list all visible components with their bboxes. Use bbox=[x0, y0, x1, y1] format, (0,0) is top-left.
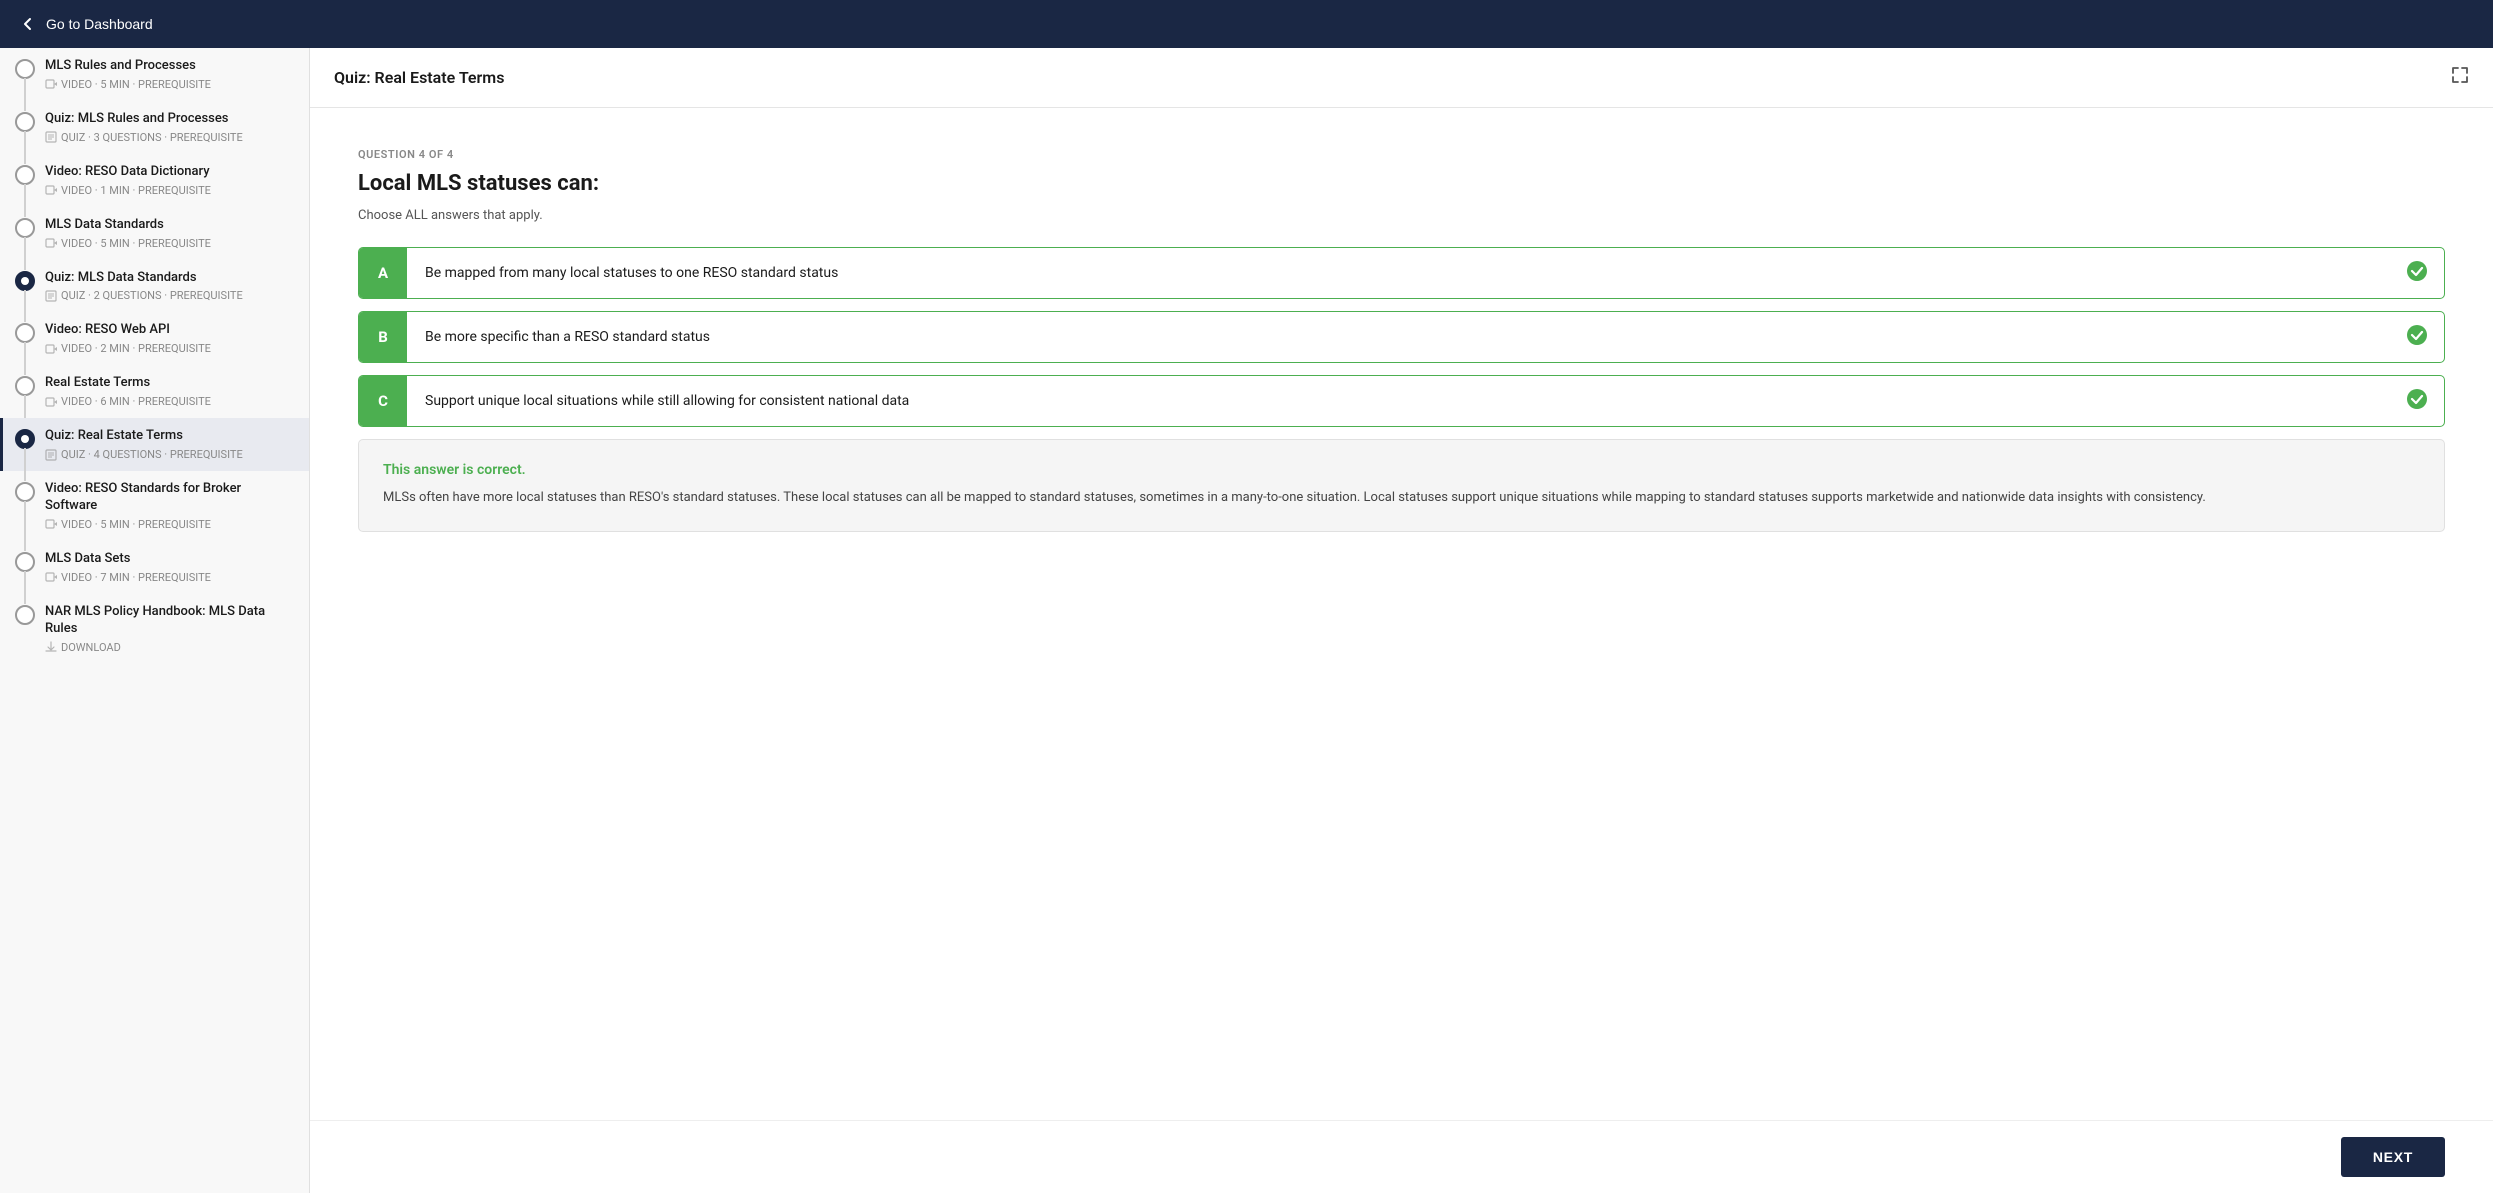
content-footer: NEXT bbox=[310, 1120, 2493, 1193]
answer-text: Support unique local situations while st… bbox=[407, 377, 2390, 425]
sidebar-item-content: Video: RESO Data Dictionary VIDEO · 1 MIN… bbox=[45, 164, 293, 197]
answers-container: A Be mapped from many local statuses to … bbox=[358, 247, 2445, 427]
feedback-title: This answer is correct. bbox=[383, 462, 2420, 478]
video-icon bbox=[45, 237, 57, 249]
sidebar-item-circle bbox=[15, 482, 35, 502]
instruction-text: Choose ALL answers that apply. bbox=[358, 208, 2445, 223]
sidebar-item-meta: QUIZ · 3 QUESTIONS · PREREQUISITE bbox=[45, 131, 293, 144]
video-icon bbox=[45, 343, 57, 355]
expand-button[interactable] bbox=[2451, 66, 2469, 89]
sidebar-item-circle bbox=[15, 552, 35, 572]
sidebar-item-circle bbox=[15, 376, 35, 396]
sidebar-item-meta: QUIZ · 2 QUESTIONS · PREREQUISITE bbox=[45, 289, 293, 302]
sidebar-item-circle bbox=[15, 218, 35, 238]
video-icon bbox=[45, 78, 57, 90]
feedback-box: This answer is correct. MLSs often have … bbox=[358, 439, 2445, 532]
sidebar-item-title: Quiz: Real Estate Terms bbox=[45, 428, 293, 445]
answer-letter: B bbox=[359, 312, 407, 362]
content-body: QUESTION 4 OF 4 Local MLS statuses can: … bbox=[310, 108, 2493, 1120]
sidebar-item[interactable]: Quiz: MLS Data Standards QUIZ · 2 QUESTIO… bbox=[0, 260, 309, 313]
question-label: QUESTION 4 OF 4 bbox=[358, 148, 2445, 161]
sidebar-item-content: Quiz: MLS Data Standards QUIZ · 2 QUESTIO… bbox=[45, 270, 293, 303]
sidebar-item[interactable]: MLS Data Standards VIDEO · 5 MIN · PREREQ… bbox=[0, 207, 309, 260]
content-area: Quiz: Real Estate Terms QUESTION 4 OF 4 … bbox=[310, 48, 2493, 1193]
question-text: Local MLS statuses can: bbox=[358, 171, 2445, 196]
video-icon bbox=[45, 518, 57, 530]
quiz-title: Quiz: Real Estate Terms bbox=[334, 68, 504, 87]
sidebar-item-circle bbox=[15, 112, 35, 132]
back-to-dashboard-button[interactable]: Go to Dashboard bbox=[18, 8, 153, 40]
sidebar-item[interactable]: Video: RESO Data Dictionary VIDEO · 1 MIN… bbox=[0, 154, 309, 207]
sidebar-item-title: MLS Data Sets bbox=[45, 551, 293, 568]
sidebar-item-meta: VIDEO · 7 MIN · PREREQUISITE bbox=[45, 571, 293, 584]
feedback-text: MLSs often have more local statuses than… bbox=[383, 488, 2420, 509]
sidebar-item-meta: QUIZ · 4 QUESTIONS · PREREQUISITE bbox=[45, 448, 293, 461]
content-header: Quiz: Real Estate Terms bbox=[310, 48, 2493, 108]
back-arrow-icon bbox=[18, 14, 38, 34]
quiz-icon bbox=[45, 131, 57, 143]
sidebar-item-circle bbox=[15, 605, 35, 625]
answer-text: Be more specific than a RESO standard st… bbox=[407, 313, 2390, 361]
back-label: Go to Dashboard bbox=[46, 16, 153, 32]
check-icon bbox=[2390, 388, 2444, 415]
sidebar-item[interactable]: Video: RESO Standards for Broker Softwar… bbox=[0, 471, 309, 541]
sidebar-item-circle bbox=[15, 271, 35, 291]
sidebar-item-meta: VIDEO · 5 MIN · PREREQUISITE bbox=[45, 78, 293, 91]
sidebar-item-title: Quiz: MLS Data Standards bbox=[45, 270, 293, 287]
sidebar-item-content: Quiz: Real Estate Terms QUIZ · 4 QUESTION… bbox=[45, 428, 293, 461]
top-navigation: Go to Dashboard bbox=[0, 0, 2493, 48]
check-icon bbox=[2390, 260, 2444, 287]
sidebar-item-title: Video: RESO Standards for Broker Softwar… bbox=[45, 481, 293, 515]
sidebar-item-circle bbox=[15, 429, 35, 449]
answer-option[interactable]: B Be more specific than a RESO standard … bbox=[358, 311, 2445, 363]
download-icon bbox=[45, 641, 57, 653]
answer-option[interactable]: C Support unique local situations while … bbox=[358, 375, 2445, 427]
sidebar-item-meta: VIDEO · 5 MIN · PREREQUISITE bbox=[45, 518, 293, 531]
video-icon bbox=[45, 396, 57, 408]
next-button[interactable]: NEXT bbox=[2341, 1137, 2445, 1177]
sidebar-item-meta: VIDEO · 6 MIN · PREREQUISITE bbox=[45, 395, 293, 408]
sidebar-item[interactable]: Real Estate Terms VIDEO · 6 MIN · PREREQU… bbox=[0, 365, 309, 418]
sidebar-item-circle bbox=[15, 323, 35, 343]
sidebar-item-content: NAR MLS Policy Handbook: MLS Data Rules D… bbox=[45, 604, 293, 654]
answer-text: Be mapped from many local statuses to on… bbox=[407, 249, 2390, 297]
video-icon bbox=[45, 571, 57, 583]
course-sidebar: MLS Rules and Processes VIDEO · 5 MIN · P… bbox=[0, 48, 310, 1193]
sidebar-item[interactable]: Quiz: Real Estate Terms QUIZ · 4 QUESTION… bbox=[0, 418, 309, 471]
sidebar-item-meta: DOWNLOAD bbox=[45, 641, 293, 654]
sidebar-item-circle bbox=[15, 165, 35, 185]
sidebar-item-title: NAR MLS Policy Handbook: MLS Data Rules bbox=[45, 604, 293, 638]
sidebar-item[interactable]: MLS Rules and Processes VIDEO · 5 MIN · P… bbox=[0, 48, 309, 101]
answer-letter: A bbox=[359, 248, 407, 298]
answer-option[interactable]: A Be mapped from many local statuses to … bbox=[358, 247, 2445, 299]
sidebar-item-title: Video: RESO Data Dictionary bbox=[45, 164, 293, 181]
sidebar-item-title: Video: RESO Web API bbox=[45, 322, 293, 339]
quiz-icon bbox=[45, 290, 57, 302]
quiz-icon bbox=[45, 449, 57, 461]
answer-letter: C bbox=[359, 376, 407, 426]
sidebar-item-content: Video: RESO Standards for Broker Softwar… bbox=[45, 481, 293, 531]
video-icon bbox=[45, 184, 57, 196]
sidebar-item-content: MLS Data Standards VIDEO · 5 MIN · PREREQ… bbox=[45, 217, 293, 250]
sidebar-item[interactable]: Video: RESO Web API VIDEO · 2 MIN · PRERE… bbox=[0, 312, 309, 365]
check-icon bbox=[2390, 324, 2444, 351]
sidebar-item-content: Video: RESO Web API VIDEO · 2 MIN · PRERE… bbox=[45, 322, 293, 355]
sidebar-item-content: Quiz: MLS Rules and Processes QUIZ · 3 QU… bbox=[45, 111, 293, 144]
sidebar-item-meta: VIDEO · 1 MIN · PREREQUISITE bbox=[45, 184, 293, 197]
sidebar-item[interactable]: Quiz: MLS Rules and Processes QUIZ · 3 QU… bbox=[0, 101, 309, 154]
sidebar-item[interactable]: MLS Data Sets VIDEO · 7 MIN · PREREQUISIT… bbox=[0, 541, 309, 594]
sidebar-item-content: MLS Data Sets VIDEO · 7 MIN · PREREQUISIT… bbox=[45, 551, 293, 584]
sidebar-item-title: MLS Data Standards bbox=[45, 217, 293, 234]
sidebar-item-title: Real Estate Terms bbox=[45, 375, 293, 392]
sidebar-item-meta: VIDEO · 2 MIN · PREREQUISITE bbox=[45, 342, 293, 355]
sidebar-item-content: MLS Rules and Processes VIDEO · 5 MIN · P… bbox=[45, 58, 293, 91]
sidebar-item-content: Real Estate Terms VIDEO · 6 MIN · PREREQU… bbox=[45, 375, 293, 408]
sidebar-item[interactable]: NAR MLS Policy Handbook: MLS Data Rules D… bbox=[0, 594, 309, 664]
sidebar-item-circle bbox=[15, 59, 35, 79]
main-layout: MLS Rules and Processes VIDEO · 5 MIN · P… bbox=[0, 48, 2493, 1193]
sidebar-item-title: MLS Rules and Processes bbox=[45, 58, 293, 75]
sidebar-item-title: Quiz: MLS Rules and Processes bbox=[45, 111, 293, 128]
sidebar-item-meta: VIDEO · 5 MIN · PREREQUISITE bbox=[45, 237, 293, 250]
